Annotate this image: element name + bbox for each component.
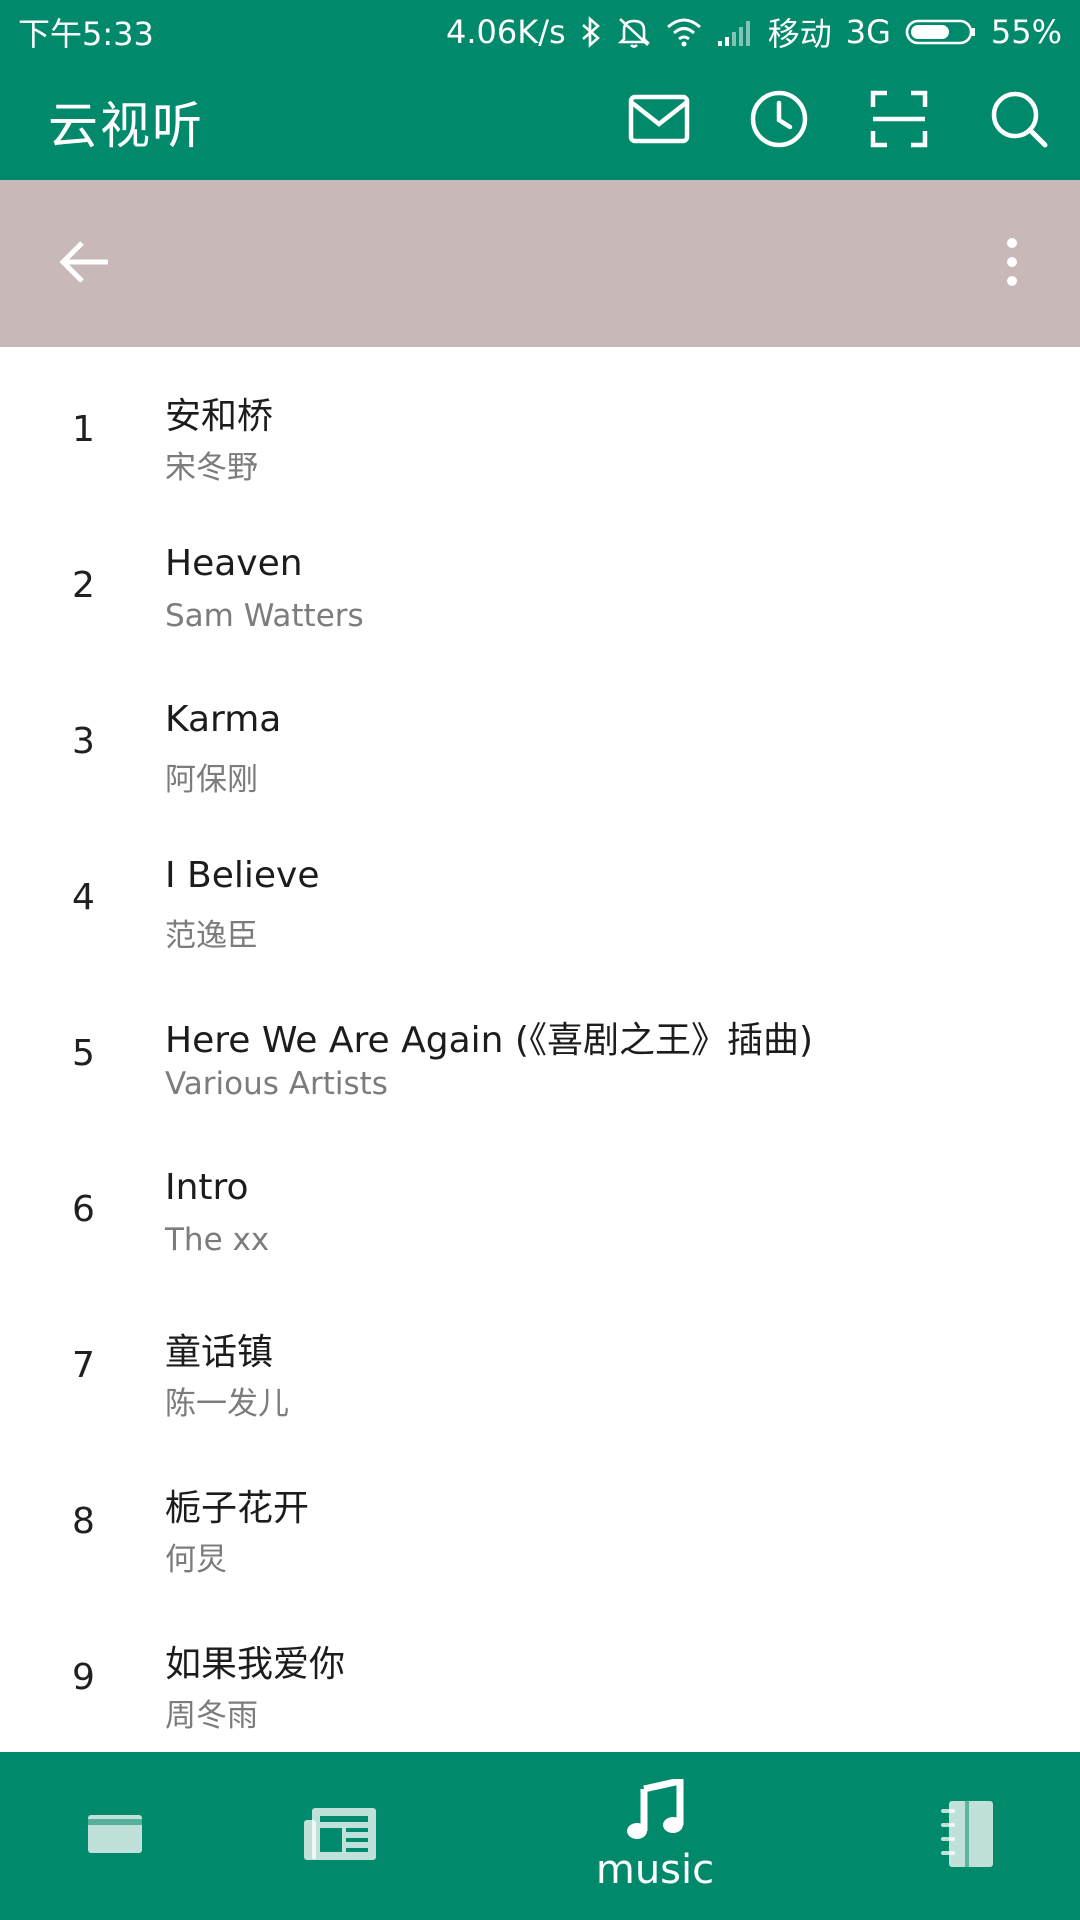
search-icon (989, 89, 1049, 153)
song-title: I Believe (165, 855, 320, 896)
song-number: 7 (72, 1345, 95, 1386)
song-row[interactable]: 7 童话镇 陈一发儿 (0, 1283, 1080, 1439)
music-note-icon (626, 1776, 684, 1845)
net-speed: 4.06K/s (446, 13, 566, 51)
wifi-icon (666, 17, 702, 47)
song-artist: 宋冬野 (165, 450, 258, 486)
song-title: Heaven (165, 543, 303, 584)
bluetooth-icon (580, 16, 602, 48)
mail-button[interactable] (628, 90, 690, 152)
song-title: Intro (165, 1167, 249, 1208)
status-right-group: 4.06K/s 移动 3G 55% (446, 9, 1062, 55)
status-time: 下午5:33 (18, 15, 154, 53)
song-artist: 陈一发儿 (165, 1386, 289, 1422)
song-number: 3 (72, 721, 95, 762)
song-artist: 何炅 (165, 1542, 227, 1578)
tab-music-label: music (595, 1847, 715, 1893)
song-row[interactable]: 9 如果我爱你 周冬雨 (0, 1595, 1080, 1751)
more-vertical-icon (1005, 237, 1019, 291)
song-title: 安和桥 (165, 396, 274, 437)
mute-icon (616, 15, 652, 49)
playlist-header-bar (0, 180, 1080, 347)
network-type: 3G (845, 13, 891, 51)
song-artist: 范逸臣 (165, 918, 258, 954)
song-row[interactable]: 5 Here We Are Again (《喜剧之王》插曲) Various A… (0, 971, 1080, 1127)
card-icon (87, 1814, 143, 1858)
app-bar-actions (628, 90, 1050, 152)
song-row[interactable]: 1 安和桥 宋冬野 (0, 347, 1080, 503)
news-icon (302, 1806, 378, 1866)
song-title: Here We Are Again (《喜剧之王》插曲) (165, 1020, 814, 1061)
song-number: 4 (72, 877, 95, 918)
song-title: 栀子花开 (165, 1488, 310, 1529)
search-button[interactable] (988, 90, 1050, 152)
song-artist: 周冬雨 (165, 1698, 258, 1734)
battery-percent: 55% (990, 13, 1062, 51)
song-artist: 阿保刚 (165, 762, 258, 798)
tab-news[interactable] (280, 1752, 400, 1920)
app-title: 云视听 (48, 97, 204, 155)
song-row[interactable]: 8 栀子花开 何炅 (0, 1439, 1080, 1595)
song-number: 1 (72, 409, 95, 450)
tab-notebook[interactable] (910, 1752, 1020, 1920)
song-row[interactable]: 2 Heaven Sam Watters (0, 503, 1080, 659)
more-options-button[interactable] (984, 236, 1040, 292)
song-artist: The xx (165, 1222, 270, 1258)
song-title: 童话镇 (165, 1332, 274, 1373)
back-arrow-icon (58, 238, 110, 290)
song-row[interactable]: 6 Intro The xx (0, 1127, 1080, 1283)
song-title: Karma (165, 699, 282, 740)
song-number: 8 (72, 1501, 95, 1542)
history-button[interactable] (748, 90, 810, 152)
song-number: 5 (72, 1033, 95, 1074)
song-artist: Various Artists (165, 1066, 388, 1102)
back-button[interactable] (56, 236, 112, 292)
bottom-navigation: music (0, 1752, 1080, 1920)
song-title: 如果我爱你 (165, 1644, 346, 1685)
song-row[interactable]: 3 Karma 阿保刚 (0, 659, 1080, 815)
tab-cards[interactable] (60, 1752, 170, 1920)
song-number: 6 (72, 1189, 95, 1230)
song-artist: Sam Watters (165, 598, 364, 634)
scan-button[interactable] (868, 90, 930, 152)
song-list: 1 安和桥 宋冬野 2 Heaven Sam Watters 3 Karma 阿… (0, 347, 1080, 1752)
tab-music[interactable]: music (580, 1752, 730, 1920)
notebook-icon (935, 1799, 995, 1873)
song-number: 9 (72, 1657, 95, 1698)
signal-icon (716, 17, 754, 47)
carrier-label: 移动 (767, 15, 832, 53)
clock-icon (749, 89, 809, 153)
battery-icon (905, 18, 977, 46)
status-bar: 下午5:33 4.06K/s 移动 3G 55% (0, 0, 1080, 58)
mail-icon (628, 94, 690, 148)
song-row[interactable]: 4 I Believe 范逸臣 (0, 815, 1080, 971)
song-number: 2 (72, 565, 95, 606)
app-bar: 云视听 (0, 58, 1080, 180)
scan-icon (870, 90, 928, 152)
